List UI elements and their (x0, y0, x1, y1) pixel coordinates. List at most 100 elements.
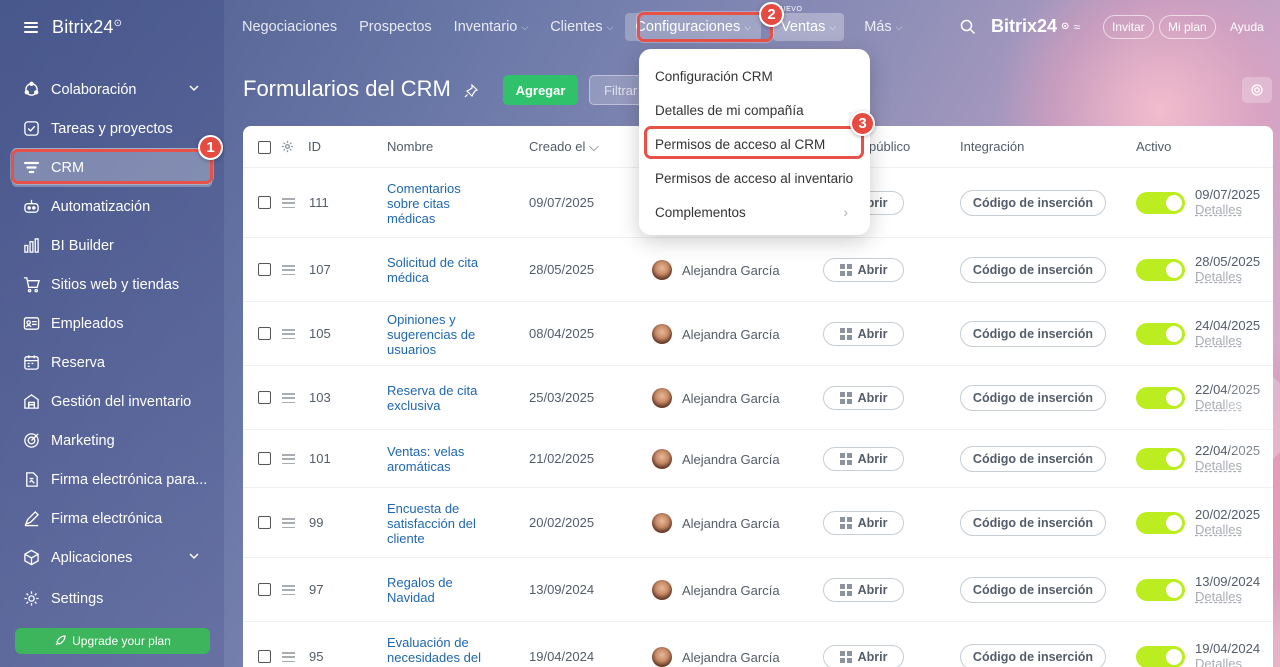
author-cell[interactable]: Alejandra García (652, 260, 780, 280)
tab-clientes[interactable]: Clientes ⌵ (550, 19, 613, 35)
menu-item-permisos-inventario[interactable]: Permisos de acceso al inventario (639, 161, 870, 195)
pin-icon[interactable] (464, 84, 478, 98)
help-button[interactable]: Ayuda (1222, 15, 1272, 39)
sidebar-item-bi-builder[interactable]: BI Builder (0, 226, 224, 265)
embed-code-button[interactable]: Código de inserción (960, 510, 1106, 536)
table-row[interactable]: 95 Evaluación denecesidades delcliente 1… (243, 622, 1273, 667)
logo[interactable]: Bitrix24⊙ (52, 17, 122, 38)
menu-item-complementos[interactable]: Complementos › (639, 195, 870, 229)
form-name-link[interactable]: Comentarios sobre citas médicas (387, 181, 461, 226)
row-checkbox[interactable] (258, 516, 271, 529)
column-name[interactable]: Nombre (387, 139, 433, 154)
menu-icon[interactable] (24, 21, 38, 33)
form-name-link[interactable]: Reserva de cita exclusiva (387, 383, 477, 413)
table-row[interactable]: 103 Reserva de cita exclusiva 25/03/2025 … (243, 366, 1273, 430)
row-checkbox[interactable] (258, 327, 271, 340)
active-toggle[interactable] (1136, 646, 1185, 667)
active-toggle[interactable] (1136, 259, 1185, 281)
table-row[interactable]: 107 Solicitud de cita médica 28/05/2025 A… (243, 238, 1273, 302)
sidebar-item-automatizacion[interactable]: Automatización (0, 187, 224, 226)
active-toggle[interactable] (1136, 323, 1185, 345)
row-checkbox[interactable] (258, 583, 271, 596)
sidebar-item-tareas[interactable]: Tareas y proyectos (0, 109, 224, 148)
row-checkbox[interactable] (258, 452, 271, 465)
column-active[interactable]: Activo (1136, 139, 1171, 154)
table-row[interactable]: 97 Regalos de Navidad 13/09/2024 Alejandr… (243, 558, 1273, 622)
column-settings-gear-icon[interactable] (281, 140, 294, 153)
drag-handle-icon[interactable] (282, 454, 295, 464)
sidebar-item-marketing[interactable]: Marketing (0, 421, 224, 460)
form-name-link[interactable]: Solicitud de cita médica (387, 255, 478, 285)
open-public-button[interactable]: Abrir (823, 386, 904, 410)
column-id[interactable]: ID (308, 139, 321, 154)
select-all-checkbox[interactable] (258, 141, 271, 154)
sidebar-item-colaboracion[interactable]: Colaboración (0, 70, 224, 109)
author-cell[interactable]: Alejandra García (652, 580, 780, 600)
embed-code-button[interactable]: Código de inserción (960, 446, 1106, 472)
embed-code-button[interactable]: Código de inserción (960, 257, 1106, 283)
active-toggle[interactable] (1136, 192, 1185, 214)
drag-handle-icon[interactable] (282, 329, 295, 339)
table-row[interactable]: 99 Encuesta de satisfacción del cliente 20… (243, 488, 1273, 558)
open-public-button[interactable]: Abrir (823, 322, 904, 346)
table-row[interactable]: 105 Opiniones y sugerencias de usuarios 08… (243, 302, 1273, 366)
open-public-button[interactable]: Abrir (823, 511, 904, 535)
drag-handle-icon[interactable] (282, 518, 295, 528)
details-link[interactable]: Detalles (1195, 522, 1260, 537)
tab-prospectos[interactable]: Prospectos (359, 19, 432, 35)
active-toggle[interactable] (1136, 579, 1185, 601)
form-name-link[interactable]: Opiniones y sugerencias de usuarios (387, 312, 475, 357)
tab-negociaciones[interactable]: Negociaciones (242, 19, 337, 35)
embed-code-button[interactable]: Código de inserción (960, 385, 1106, 411)
details-link[interactable]: Detalles (1195, 656, 1260, 667)
active-toggle[interactable] (1136, 387, 1185, 409)
open-public-button[interactable]: Abrir (823, 447, 904, 471)
drag-handle-icon[interactable] (282, 198, 295, 208)
sidebar-item-reserva[interactable]: Reserva (0, 343, 224, 382)
sidebar-item-empleados[interactable]: Empleados (0, 304, 224, 343)
sidebar-item-sitios[interactable]: Sitios web y tiendas (0, 265, 224, 304)
details-link[interactable]: Detalles (1195, 333, 1260, 348)
invite-button[interactable]: Invitar (1103, 15, 1154, 39)
sidebar-item-inventario[interactable]: Gestión del inventario (0, 382, 224, 421)
tab-inventario[interactable]: Inventario ⌵ (454, 19, 529, 35)
drag-handle-icon[interactable] (282, 585, 295, 595)
add-button[interactable]: Agregar (503, 75, 578, 105)
row-checkbox[interactable] (258, 263, 271, 276)
next-slider-button[interactable] (1226, 372, 1280, 464)
table-row[interactable]: 101 Ventas: velas aromáticas 21/02/2025 A… (243, 430, 1273, 488)
form-name-link[interactable]: Ventas: velas aromáticas (387, 444, 464, 474)
open-public-button[interactable]: Abrir (823, 645, 904, 667)
sidebar-item-firma-para[interactable]: Firma electrónica para... (0, 460, 224, 499)
upgrade-button[interactable]: Upgrade your plan (15, 628, 210, 654)
author-cell[interactable]: Alejandra García (652, 647, 780, 667)
column-integration[interactable]: Integración (960, 139, 1024, 154)
drag-handle-icon[interactable] (282, 265, 295, 275)
author-cell[interactable]: Alejandra García (652, 324, 780, 344)
details-link[interactable]: Detalles (1195, 202, 1260, 217)
author-cell[interactable]: Alejandra García (652, 449, 780, 469)
my-plan-button[interactable]: Mi plan (1159, 15, 1216, 39)
menu-item-detalles-compania[interactable]: Detalles de mi compañía (639, 93, 870, 127)
row-checkbox[interactable] (258, 391, 271, 404)
form-name-link[interactable]: Evaluación denecesidades delcliente (387, 635, 481, 667)
menu-item-configuracion-crm[interactable]: Configuración CRM (639, 59, 870, 93)
open-public-button[interactable]: Abrir (823, 258, 904, 282)
tab-mas[interactable]: Más ⌵ (864, 19, 902, 35)
author-cell[interactable]: Alejandra García (652, 513, 780, 533)
active-toggle[interactable] (1136, 512, 1185, 534)
form-name-link[interactable]: Encuesta de satisfacción del cliente (387, 501, 476, 546)
row-checkbox[interactable] (258, 650, 271, 663)
open-public-button[interactable]: Abrir (823, 578, 904, 602)
column-public[interactable]: público (869, 139, 910, 154)
details-link[interactable]: Detalles (1195, 269, 1260, 284)
drag-handle-icon[interactable] (282, 652, 295, 662)
details-link[interactable]: Detalles (1195, 589, 1260, 604)
embed-code-button[interactable]: Código de inserción (960, 577, 1106, 603)
active-toggle[interactable] (1136, 448, 1185, 470)
header-logo[interactable]: Bitrix24 ⊙ ≈ (991, 16, 1080, 37)
form-name-link[interactable]: Regalos de Navidad (387, 575, 453, 605)
drag-handle-icon[interactable] (282, 393, 295, 403)
settings-icon[interactable] (1242, 77, 1272, 103)
sidebar-item-aplicaciones[interactable]: Aplicaciones (0, 538, 224, 577)
